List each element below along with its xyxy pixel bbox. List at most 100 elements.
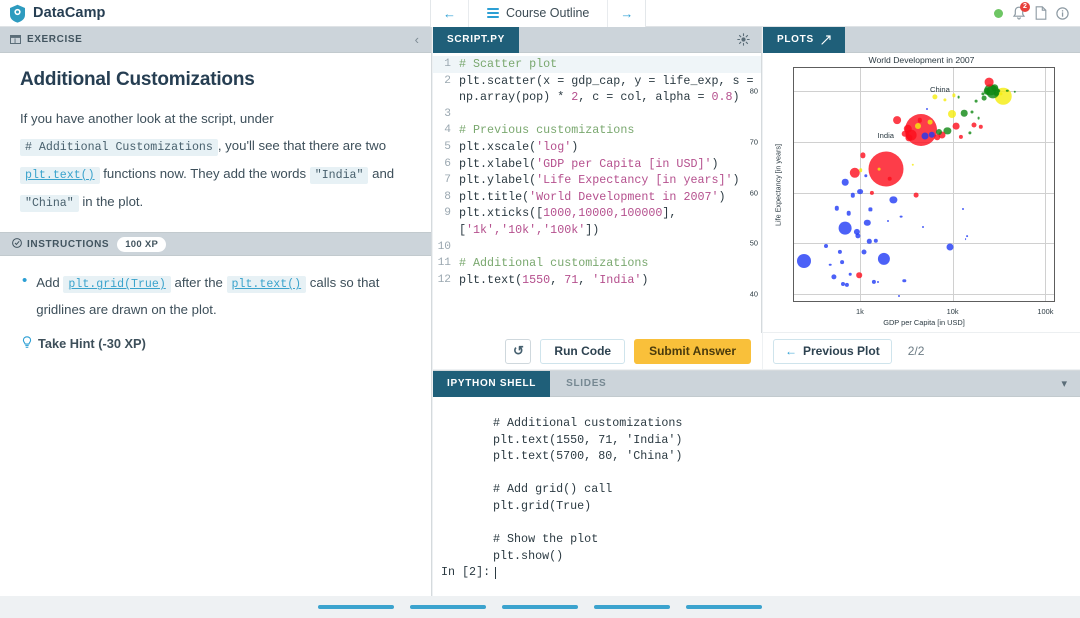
code-line[interactable]: 11 # Additional customizations xyxy=(433,255,761,272)
scatter-bubble xyxy=(982,95,987,101)
scatter-bubble xyxy=(873,238,878,244)
instructions-label: INSTRUCTIONS xyxy=(27,238,110,250)
brand-name: DataCamp xyxy=(33,5,106,21)
next-exercise-button[interactable]: → xyxy=(607,0,646,27)
notification-badge: 2 xyxy=(1020,1,1030,12)
chart-axes: Life Expectancy [in years] GDP per Capit… xyxy=(750,67,1055,327)
instr-code-grid-link[interactable]: plt.grid(True) xyxy=(63,276,171,294)
code-line[interactable]: 9 plt.xticks([1000,10000,100000], ['1k','… xyxy=(433,205,761,238)
code-line[interactable]: 6 plt.xlabel('GDP per Capita [in USD]') xyxy=(433,156,761,173)
code-line-text: plt.xscale('log') xyxy=(459,139,579,154)
code-line[interactable]: 5 plt.xscale('log') xyxy=(433,139,761,156)
progress-segment[interactable] xyxy=(318,605,394,609)
scatter-bubble xyxy=(834,206,839,211)
code-line[interactable]: 2 plt.scatter(x = gdp_cap, y = life_exp, … xyxy=(433,73,761,106)
progress-segment[interactable] xyxy=(410,605,486,609)
code-line[interactable]: 4 # Previous customizations xyxy=(433,122,761,139)
exercise-panel: EXERCISE ‹ Additional Customizations If … xyxy=(0,27,432,596)
scatter-bubble xyxy=(911,163,914,166)
line-number: 3 xyxy=(444,107,451,120)
notifications-button[interactable]: 2 xyxy=(1012,1,1030,21)
code-line-text: plt.ylabel('Life Expectancy [in years]') xyxy=(459,173,740,188)
scatter-bubble xyxy=(839,260,844,265)
console-output-line: plt.grid(True) xyxy=(493,498,592,513)
progress-segment[interactable] xyxy=(502,605,578,609)
submit-answer-button[interactable]: Submit Answer xyxy=(634,338,751,364)
scatter-bubble xyxy=(927,120,933,125)
code-line-text: plt.title('World Development in 2007') xyxy=(459,189,726,204)
scatter-bubble xyxy=(974,99,978,103)
scatter-bubble xyxy=(886,219,889,222)
y-axis-tick-label: 80 xyxy=(749,86,758,96)
previous-plot-label: Previous Plot xyxy=(803,344,880,358)
code-line-text: # Additional customizations xyxy=(459,256,649,271)
code-editor[interactable]: 1 # Scatter plot 2 plt.scatter(x = gdp_cap,… xyxy=(433,53,761,334)
desc-code-1: # Additional Customizations xyxy=(20,139,218,157)
code-line[interactable]: 10 xyxy=(433,239,761,256)
code-line[interactable]: 12 plt.text(1550, 71, 'India') xyxy=(433,272,761,289)
scatter-bubble xyxy=(952,93,956,98)
progress-bar xyxy=(0,596,1080,618)
line-number: 12 xyxy=(437,273,451,286)
previous-plot-button[interactable]: ← Previous Plot xyxy=(773,338,892,364)
desc-text-2: , you'll see that there are two xyxy=(217,138,387,154)
expand-plot-icon[interactable] xyxy=(821,34,831,45)
code-line-text: # Scatter plot xyxy=(459,57,558,71)
scatter-bubble xyxy=(970,110,974,114)
tab-ipython-shell[interactable]: IPYTHON SHELL xyxy=(433,370,551,397)
chevron-down-icon[interactable]: ▾ xyxy=(1048,377,1080,390)
tab-script-py[interactable]: SCRIPT.PY xyxy=(433,26,519,53)
info-icon[interactable] xyxy=(1056,6,1069,20)
scatter-bubble xyxy=(846,210,852,216)
scatter-bubble xyxy=(877,167,881,171)
reset-code-button[interactable]: ↺ xyxy=(505,338,532,364)
code-line[interactable]: 8 plt.title('World Development in 2007') xyxy=(433,189,761,206)
line-number: 4 xyxy=(444,124,451,137)
scatter-bubble xyxy=(914,123,921,130)
y-axis-tick-label: 50 xyxy=(749,238,758,248)
course-outline-button[interactable]: Course Outline xyxy=(468,0,608,27)
take-hint-label: Take Hint (-30 XP) xyxy=(38,336,146,352)
code-line[interactable]: 1 # Scatter plot xyxy=(433,56,761,73)
run-code-button[interactable]: Run Code xyxy=(540,338,626,364)
code-line[interactable]: 7 plt.ylabel('Life Expectancy [in years]'… xyxy=(433,172,761,189)
scatter-bubble xyxy=(922,225,925,228)
scatter-bubble xyxy=(932,94,938,100)
check-circle-icon xyxy=(12,237,22,251)
document-icon[interactable] xyxy=(1035,6,1047,20)
instructions-content: • Add plt.grid(True) after the plt.text(… xyxy=(0,256,431,351)
code-line[interactable]: 3 xyxy=(433,106,761,123)
progress-segment[interactable] xyxy=(686,605,762,609)
y-axis-tick-label: 40 xyxy=(749,289,758,299)
scatter-bubble xyxy=(957,95,961,99)
scatter-bubble xyxy=(961,208,964,211)
page-title: Additional Customizations xyxy=(20,69,255,90)
exercise-content: Additional Customizations If you have an… xyxy=(0,53,431,215)
code-line-text: plt.text(1550, 71, 'India') xyxy=(459,272,649,287)
collapse-panel-button[interactable]: ‹ xyxy=(403,32,431,47)
scatter-bubble xyxy=(978,124,983,130)
code-line-text: plt.xticks([1000,10000,100000], ['1k','1… xyxy=(459,206,684,237)
scatter-bubble xyxy=(860,152,866,159)
exercise-tabbar: EXERCISE ‹ xyxy=(0,27,431,53)
previous-exercise-button[interactable]: ← xyxy=(431,0,468,27)
scatter-bubble xyxy=(892,116,901,125)
instructions-label-group: INSTRUCTIONS xyxy=(12,237,110,251)
tab-plots[interactable]: PLOTS xyxy=(763,26,845,53)
editor-settings-icon[interactable] xyxy=(726,33,761,46)
progress-segment[interactable] xyxy=(594,605,670,609)
take-hint-button[interactable]: Take Hint (-30 XP) xyxy=(22,335,411,352)
tab-slides[interactable]: SLIDES xyxy=(550,371,622,397)
console-output-line: # Add grid() call xyxy=(493,482,613,497)
tab-exercise[interactable]: EXERCISE xyxy=(0,27,92,53)
desc-code-2-link[interactable]: plt.text() xyxy=(20,166,100,184)
console-output-line: # Additional customizations xyxy=(493,416,683,430)
instr-code-text-link[interactable]: plt.text() xyxy=(226,276,307,294)
scatter-bubble xyxy=(841,282,846,287)
scatter-bubble xyxy=(869,190,875,195)
console-output[interactable]: # Additional customizations plt.text(1550… xyxy=(433,397,1080,599)
exercise-icon xyxy=(10,35,21,44)
instr-text-2: after the xyxy=(174,275,223,291)
console-pane: IPYTHON SHELL SLIDES ▾ # Additional cust… xyxy=(433,370,1080,596)
console-caret xyxy=(495,566,497,579)
